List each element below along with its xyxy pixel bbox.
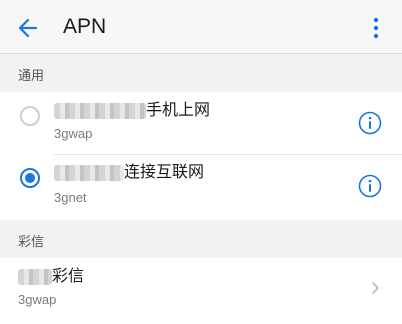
apn-list-general: 手机上网 3gwap 连接互联网 3gnet (0, 92, 402, 220)
apn-item-mms[interactable]: 彩信 3gwap (0, 258, 402, 324)
section-header-general: 通用 (18, 68, 45, 83)
more-options-button[interactable] (362, 12, 390, 44)
info-icon (358, 111, 382, 135)
apn-item-subtitle: 3gwap (18, 292, 57, 307)
more-vertical-icon (373, 17, 379, 39)
section-header-mms: 彩信 (18, 234, 45, 249)
apn-item-2[interactable]: 连接互联网 3gnet (0, 155, 402, 220)
redacted-text (18, 269, 52, 285)
arrow-left-icon (18, 18, 38, 38)
apn-item-1[interactable]: 手机上网 3gwap (0, 92, 402, 154)
apn-item-title: 连接互联网 (124, 164, 205, 181)
page-title: APN (63, 15, 107, 38)
redacted-text (54, 103, 146, 119)
apn-item-title: 手机上网 (146, 102, 211, 119)
info-button[interactable] (358, 111, 382, 135)
info-icon (358, 174, 382, 198)
back-button[interactable] (14, 13, 44, 43)
apn-item-subtitle: 3gwap (54, 126, 93, 141)
app-bar: APN (0, 0, 402, 54)
apn-item-title: 彩信 (52, 268, 85, 285)
apn-list-mms: 彩信 3gwap (0, 258, 402, 324)
radio-button-unselected[interactable] (20, 106, 40, 126)
info-button[interactable] (358, 174, 382, 198)
apn-item-subtitle: 3gnet (54, 190, 87, 205)
redacted-text (54, 165, 124, 181)
radio-button-selected[interactable] (20, 168, 40, 188)
chevron-right-icon (368, 281, 382, 295)
